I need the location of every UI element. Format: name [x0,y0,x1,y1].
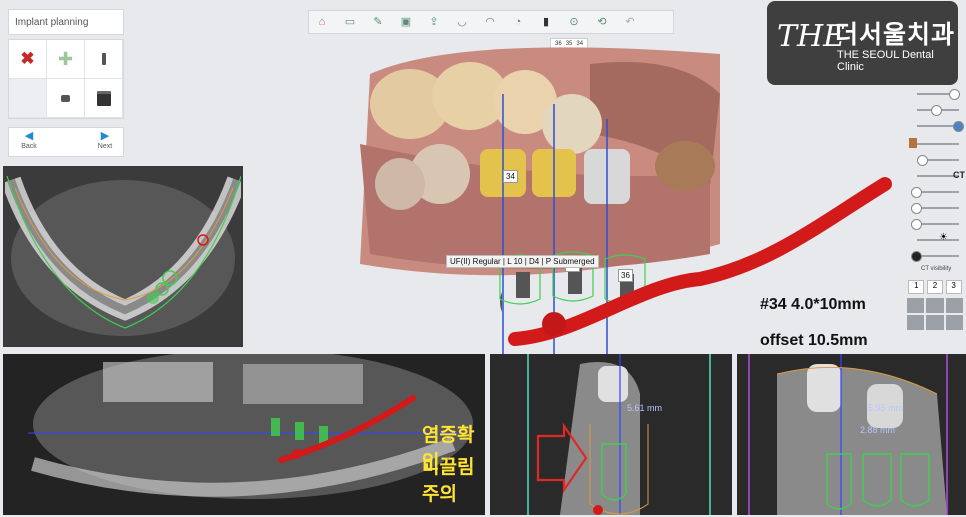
brightness-slider[interactable]: ☀ [909,232,961,246]
panorama-icon[interactable]: ▭ [341,13,359,31]
crown-icon[interactable]: ◔ [509,13,527,31]
rotate-icon[interactable]: ⟲ [593,13,611,31]
upload-icon[interactable]: ⇪ [425,13,443,31]
empty-cell [9,79,47,118]
cross-section-view-1[interactable]: 5.61 mm [490,354,732,515]
offset-annotation: offset 10.5mm [760,332,868,349]
delete-icon[interactable]: ✖ [9,40,47,79]
tooth-label: 34 [503,170,518,183]
jaw-icon[interactable]: ◠ [481,13,499,31]
ct-visibility-label: CT visibility [921,266,952,272]
layout-icon[interactable] [926,315,944,330]
view-1-button[interactable]: 1 [908,280,925,294]
home-icon[interactable]: ⌂ [313,13,331,31]
measure-label: 5.95 mm [868,403,904,413]
implant-tooltip: UF(II) Regular | L 10 | D4 | P Submerged [446,255,599,268]
clinic-logo: THE 더서울치과 THE SEOUL Dental Clinic [767,1,958,85]
edit-icon[interactable]: ✎ [369,13,387,31]
panoramic-image [3,354,485,515]
next-button[interactable]: ▶ Next [87,130,123,156]
undo-icon[interactable]: ↶ [621,13,639,31]
panel-title: Implant planning [8,9,124,35]
implant-planning-panel: Implant planning ✖ ✚ ◀ Back ▶ Next [8,9,126,157]
tool-grid: ✖ ✚ [8,39,124,119]
tooth-label: 36 [618,269,633,282]
arrow-left-icon: ◀ [24,130,34,142]
axial-ct-image [5,168,241,345]
slippage-note: 미끌림주의 [422,457,475,505]
layout-icon[interactable] [907,315,925,330]
implant-icon[interactable] [85,40,123,79]
cross-section-image-2 [737,354,966,515]
main-toolbar: ⌂ ▭ ✎ ▣ ⇪ ◡ ◠ ◔ ▮ ⊙ ⟲ ↶ [308,10,674,34]
logo-english-name: THE SEOUL Dental Clinic [837,49,934,73]
cross-section-view-2[interactable]: 5.95 mm 2.88 mm [737,354,966,515]
measure-label: 2.88 mm [860,425,896,435]
arrow-right-icon: ▶ [100,130,110,142]
cross-section-image-1 [490,354,732,515]
add-icon[interactable]: ✚ [47,40,85,79]
implant-spec-annotation: #34 4.0*10mm [760,296,866,313]
axial-ct-view[interactable] [3,166,243,347]
opacity-slider[interactable] [909,104,961,116]
layout-icon[interactable] [945,298,963,313]
panoramic-view[interactable]: 염증확인 미끌림주의 [3,354,485,515]
layout-icon[interactable] [945,315,963,330]
opacity-slider[interactable] [909,154,961,166]
opacity-slider[interactable] [909,218,961,230]
view-3-button[interactable]: 3 [945,280,962,294]
opacity-slider[interactable] [909,138,961,150]
opacity-slider[interactable] [909,120,964,132]
view-2-button[interactable]: 2 [926,280,943,294]
logo-korean-name: 더서울치과 [835,21,956,49]
sleeve-icon[interactable] [85,79,123,118]
ct-slider[interactable]: CT [909,170,965,182]
contrast-slider[interactable] [909,250,961,262]
opacity-slider[interactable] [909,202,961,214]
ct-label: CT [953,170,965,180]
brightness-icon: ☀ [939,232,948,243]
arch-icon[interactable]: ◡ [453,13,471,31]
opacity-slider[interactable] [909,88,961,100]
nav-row: ◀ Back ▶ Next [8,127,124,157]
scan-icon[interactable]: ▣ [397,13,415,31]
opacity-slider[interactable] [909,186,961,198]
visibility-slider-panel: CT ☀ CT visibility 1 2 3 [905,86,965,334]
sleeve-icon[interactable]: ⊙ [565,13,583,31]
view-number-row: 1 2 3 [907,280,963,294]
layout-icon[interactable] [907,298,925,313]
back-button[interactable]: ◀ Back [11,130,47,156]
layout-grid [907,298,963,330]
measure-label: 5.61 mm [627,403,663,413]
implant-icon[interactable]: ▮ [537,13,555,31]
layout-icon[interactable] [926,298,944,313]
abutment-icon[interactable] [47,79,85,118]
